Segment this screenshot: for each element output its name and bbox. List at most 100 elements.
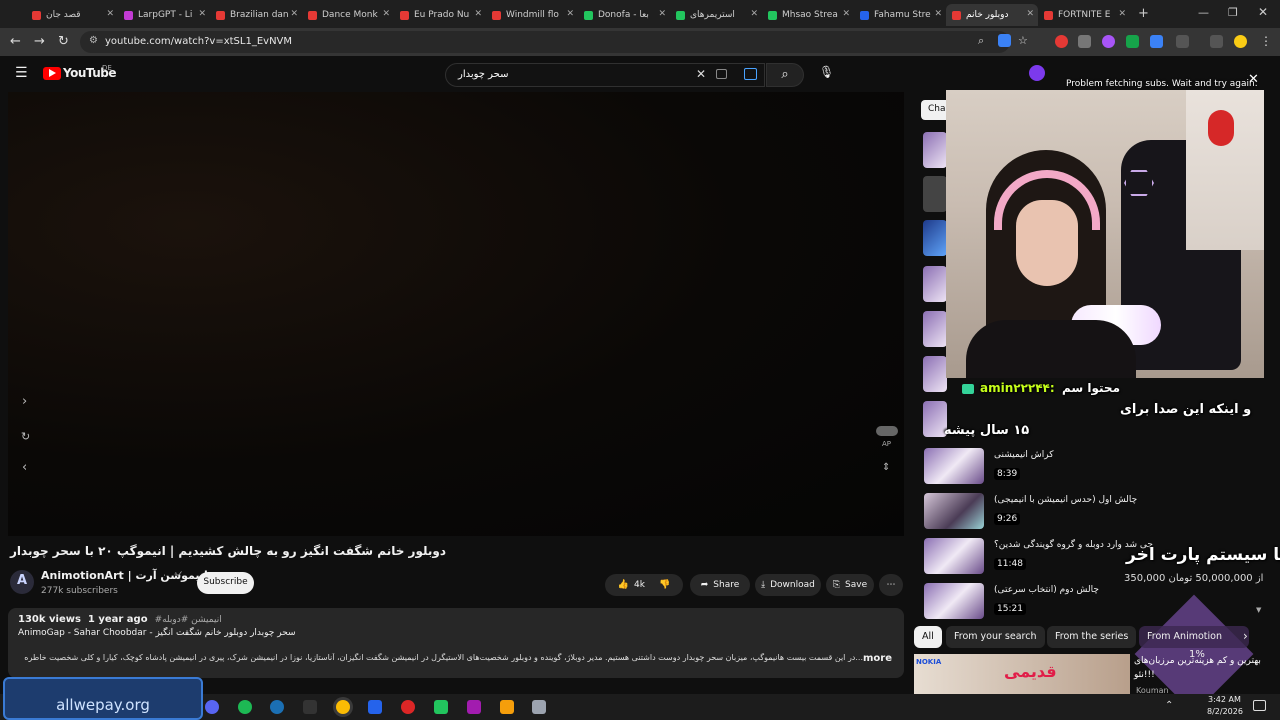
browser-tab[interactable]: استریمرهای ✕ [670,4,762,26]
extension-purple-icon[interactable] [1102,35,1115,48]
chip-from-search[interactable]: From your search [946,626,1045,648]
thumb-strip-4[interactable] [923,266,947,302]
tab-close-icon[interactable]: ✕ [842,9,850,19]
browser-tab[interactable]: LarpGPT - Li ✕ [118,4,210,26]
list-item[interactable]: چالش اول (حدس انیمیشن با انیمیجی) 9:26 [924,493,1264,531]
steam-icon[interactable] [270,700,284,714]
tab-close-icon[interactable]: ✕ [750,9,758,19]
account-avatar[interactable] [1029,65,1045,81]
video-player[interactable]: › ↻ ‹ AP ⇕ [8,92,904,536]
autoplay-toggle[interactable] [876,426,898,436]
search-input[interactable]: سحر چوبدار ✕ [445,63,765,87]
thumb-strip-2[interactable] [923,176,947,212]
spotify-icon[interactable] [238,700,252,714]
list-item-title[interactable]: کراش انیمیشنی [994,450,1254,460]
browser-tab[interactable]: دوبلور خانم ✕ [946,4,1038,26]
green-app-icon[interactable] [434,700,448,714]
save-button[interactable]: ⎘ Save [826,574,874,596]
keyboard-icon[interactable] [716,69,727,79]
voice-search-icon[interactable]: 🎙 [819,65,834,79]
tab-close-icon[interactable]: ✕ [566,9,574,19]
chip-from-animotion[interactable]: From Animotion [1139,626,1249,648]
bookmark-star-icon[interactable]: ☆ [1018,34,1028,47]
file-explorer-icon[interactable] [500,700,514,714]
maximize-button[interactable]: ❐ [1228,6,1238,19]
translate-icon[interactable] [998,34,1011,47]
forward-icon[interactable]: → [34,34,45,49]
subscribe-button[interactable]: Subscribe [197,572,254,594]
browser-menu-icon[interactable]: ⋮ [1260,34,1272,48]
tab-close-icon[interactable]: ✕ [290,9,298,19]
discord-icon[interactable] [205,700,219,714]
close-window-button[interactable]: ✕ [1258,5,1268,19]
tab-close-icon[interactable]: ✕ [1026,9,1034,19]
new-tab-button[interactable]: + [1138,6,1149,21]
reload-icon[interactable]: ↻ [58,34,69,49]
clear-search-icon[interactable]: ✕ [696,67,706,81]
search-button[interactable]: ⌕ [766,63,804,87]
extension-gray-icon[interactable] [1078,35,1091,48]
thumb-strip-5[interactable] [923,311,947,347]
zoom-icon[interactable]: ⌕ [978,34,984,48]
browser-tab[interactable]: Brazilian dan ✕ [210,4,302,26]
sidebar-scroll-down-icon[interactable]: ▼ [1256,606,1261,614]
browser-tab[interactable]: Mhsao Strea ✕ [762,4,854,26]
prev-chevron-icon[interactable]: ‹ [22,460,27,475]
back-icon[interactable]: ← [10,34,21,49]
browser-tab[interactable]: FORTNITE E ✕ [1038,4,1130,26]
browser-tab[interactable]: Windmill flo ✕ [486,4,578,26]
hamburger-menu-icon[interactable]: ☰ [15,65,28,81]
next-chevron-icon[interactable]: › [22,394,27,409]
hashtags[interactable]: #انیمیشن #دوبله [155,615,222,625]
video-thumbnail[interactable] [924,583,984,619]
url-field[interactable]: ⚙ youtube.com/watch?v=xtSL1_EvNVM ⌕ ☆ [80,31,1028,53]
browser-tab[interactable]: Eu Prado Nu ✕ [394,4,486,26]
browser-tab[interactable]: Fahamu Stre ✕ [854,4,946,26]
download-button[interactable]: ⤓ Download [755,574,821,596]
more-actions-button[interactable]: ⋯ [879,574,903,596]
more-link[interactable]: more [863,653,892,664]
tab-close-icon[interactable]: ✕ [106,9,114,19]
like-icon[interactable]: 👍 [618,580,629,590]
thumb-strip-6[interactable] [923,356,947,392]
description-box[interactable]: 130k views 1 year ago #انیمیشن #دوبله An… [8,608,904,678]
chip-all[interactable]: All [914,626,942,648]
site-info-icon[interactable]: ⚙ [89,35,98,46]
channel-avatar[interactable]: A [10,570,34,594]
tab-close-icon[interactable]: ✕ [1118,9,1126,19]
notifications-icon[interactable] [1253,700,1266,711]
winrar-icon[interactable] [467,700,481,714]
reading-list-icon[interactable] [1210,35,1223,48]
share-button[interactable]: ➦ Share [690,574,750,596]
tray-chevron-icon[interactable]: ⌃ [1165,700,1173,711]
browser-tab[interactable]: Donofa - بعا ✕ [578,4,670,26]
stats-app-icon[interactable] [368,700,382,714]
tab-close-icon[interactable]: ✕ [658,9,666,19]
lens-extension-icon[interactable] [744,68,757,80]
profile-avatar-icon[interactable] [1234,35,1247,48]
replay-icon[interactable]: ↻ [21,430,30,443]
browser-tab[interactable]: قصد جان ✕ [26,4,118,26]
chip-from-series[interactable]: From the series [1047,626,1137,648]
close-overlay-icon[interactable]: ✕ [1248,72,1259,87]
epic-games-icon[interactable] [303,700,317,714]
thumb-strip-3[interactable] [923,220,947,256]
extensions-puzzle-icon[interactable] [1176,35,1189,48]
notes-app-icon[interactable] [532,700,546,714]
tab-close-icon[interactable]: ✕ [934,9,942,19]
clock-time[interactable]: 3:42 AM [1208,695,1241,704]
fullscreen-icon[interactable]: ⇕ [882,462,890,473]
extension-blue-icon[interactable] [1150,35,1163,48]
tab-close-icon[interactable]: ✕ [382,9,390,19]
extension-green-icon[interactable] [1126,35,1139,48]
tab-close-icon[interactable]: ✕ [474,9,482,19]
chips-next-icon[interactable]: › [1243,629,1248,643]
list-item[interactable]: کراش انیمیشنی 8:39 [924,448,1264,486]
allwepay-banner[interactable]: allwepay.org [3,677,203,720]
minimize-button[interactable]: — [1198,6,1209,19]
clock-date[interactable]: 8/2/2026 [1207,707,1243,716]
list-item-title[interactable]: چالش اول (حدس انیمیشن با انیمیجی) [994,495,1254,505]
extension-red-icon[interactable] [1055,35,1068,48]
video-thumbnail[interactable] [924,538,984,574]
video-thumbnail[interactable] [924,493,984,529]
